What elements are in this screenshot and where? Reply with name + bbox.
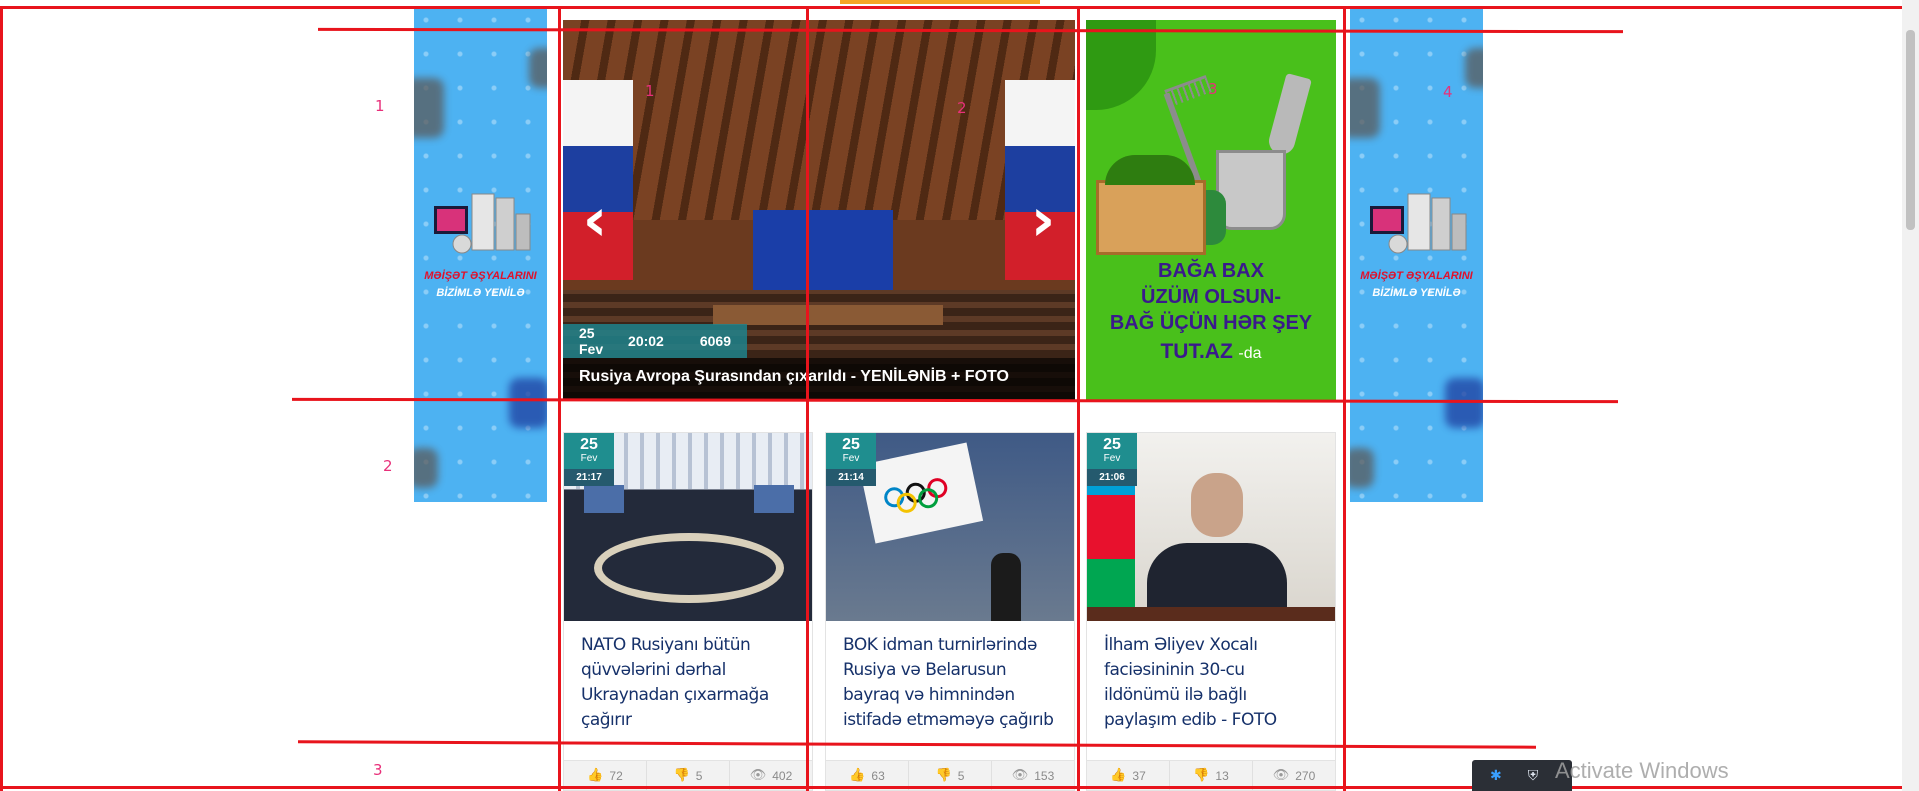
- page-scrollbar[interactable]: [1902, 0, 1919, 791]
- ad-brand-suffix: -da: [1238, 345, 1262, 362]
- thumbs-down-icon: 👎: [1193, 768, 1210, 783]
- column-label-4: 4: [1443, 83, 1453, 101]
- eye-icon: 👁: [1011, 768, 1029, 783]
- news-thumbnail[interactable]: 25 Fev 21:17: [564, 433, 812, 621]
- ad-brand-line: TUT.AZ -da: [1086, 340, 1336, 364]
- like-count: 37: [1132, 768, 1146, 783]
- date-time: 21:17: [564, 469, 614, 486]
- thumbs-down-icon: 👎: [935, 768, 952, 783]
- dislike-count: 5: [695, 768, 703, 783]
- annotation-outer-border-left: [0, 6, 3, 791]
- slider-caption[interactable]: Rusiya Avropa Şurasından çıxarıldı - YEN…: [563, 358, 1075, 400]
- date-badge: 25 Fev 21:17: [564, 433, 614, 486]
- side-banner-line1: MƏİŞƏT ƏŞYALARINI: [424, 270, 537, 282]
- row-label-3: 3: [373, 761, 383, 779]
- date-time: 21:06: [1087, 469, 1137, 486]
- annotation-outer-border-bottom: [0, 786, 1919, 789]
- views-count: 270: [1295, 768, 1316, 783]
- annotation-column-line: [1077, 6, 1080, 791]
- thumbs-up-icon: 👍: [1110, 768, 1127, 783]
- news-title[interactable]: İlham Əliyev Xocalı faciəsininin 30-cu i…: [1104, 633, 1324, 733]
- side-banner-line2: BİZİMLƏ YENİLƏ: [436, 287, 525, 299]
- views-count: 402: [772, 768, 793, 783]
- date-badge: 25 Fev 21:06: [1087, 433, 1137, 486]
- appliances-image: [434, 193, 531, 254]
- dislike-count: 13: [1215, 768, 1229, 783]
- annotation-column-line: [806, 6, 809, 791]
- ad-brand: TUT.AZ: [1160, 340, 1233, 363]
- eye-icon: 👁: [1272, 768, 1290, 783]
- date-day: 25: [842, 436, 860, 453]
- ad-line1: BAĞA BAX: [1158, 260, 1264, 282]
- left-side-banner[interactable]: MƏİŞƏT ƏŞYALARINI BİZİMLƏ YENİLƏ: [414, 8, 547, 502]
- thumbs-up-icon: 👍: [849, 768, 866, 783]
- thumbs-up-icon: 👍: [587, 768, 604, 783]
- side-banner-line2: BİZİMLƏ YENİLƏ: [1372, 287, 1461, 299]
- eye-icon: 👁: [749, 768, 767, 783]
- right-side-banner[interactable]: MƏİŞƏT ƏŞYALARINI BİZİMLƏ YENİLƏ: [1350, 8, 1483, 502]
- row-label-1: 1: [375, 97, 385, 115]
- plant-crate-icon: [1096, 155, 1206, 255]
- news-card[interactable]: 25 Fev 21:06 İlham Əliyev Xocalı faciəsi…: [1086, 432, 1336, 791]
- slider-time: 20:02: [628, 333, 664, 349]
- news-slider[interactable]: ‹ › 25 Fev 20:02 6069 Rusiya Avropa Şura…: [563, 20, 1075, 400]
- annotation-column-line: [558, 6, 561, 791]
- slider-next-button[interactable]: ›: [1023, 190, 1063, 250]
- side-banner-line1: MƏİŞƏT ƏŞYALARINI: [1360, 270, 1473, 282]
- date-month: Fev: [1103, 453, 1121, 464]
- ad-line2: ÜZÜM OLSUN-: [1141, 286, 1281, 308]
- date-day: 25: [580, 436, 598, 453]
- news-thumbnail[interactable]: 25 Fev 21:14: [826, 433, 1074, 621]
- date-badge: 25 Fev 21:14: [826, 433, 876, 486]
- garden-advertisement[interactable]: BAĞA BAX ÜZÜM OLSUN- BAĞ ÜÇÜN HƏR ŞEY TU…: [1086, 20, 1336, 400]
- annotation-outer-border-top: [0, 6, 1919, 9]
- thumbs-down-icon: 👎: [673, 768, 690, 783]
- news-title[interactable]: BOK idman turnirlərində Rusiya və Belaru…: [843, 633, 1063, 733]
- scrollbar-thumb[interactable]: [1906, 30, 1915, 230]
- top-accent-bar: [840, 0, 1040, 4]
- slider-date: 25 Fev: [579, 325, 604, 357]
- slider-views: 6069: [699, 333, 731, 349]
- slider-meta: 25 Fev 20:02 6069: [563, 324, 747, 358]
- row-label-2: 2: [383, 457, 393, 475]
- news-card[interactable]: 25 Fev 21:14 BOK idman turnirlərində Rus…: [825, 432, 1075, 791]
- date-day: 25: [1103, 436, 1121, 453]
- views-count: 153: [1034, 768, 1055, 783]
- dislike-count: 5: [957, 768, 965, 783]
- like-count: 63: [871, 768, 885, 783]
- appliances-image: [1370, 193, 1467, 254]
- spade-icon: [1266, 72, 1312, 158]
- news-card[interactable]: 25 Fev 21:17 NATO Rusiyanı bütün qüvvələ…: [563, 432, 813, 791]
- column-label-2: 2: [957, 99, 967, 117]
- activate-windows-watermark: Activate Windows: [1555, 758, 1729, 783]
- news-thumbnail[interactable]: 25 Fev 21:06: [1087, 433, 1335, 621]
- column-label-1: 1: [645, 82, 655, 100]
- like-count: 72: [609, 768, 623, 783]
- date-month: Fev: [842, 453, 860, 464]
- bluetooth-icon[interactable]: ✱: [1490, 768, 1502, 784]
- ad-line3: BAĞ ÜÇÜN HƏR ŞEY: [1109, 312, 1313, 334]
- security-icon[interactable]: ⛨: [1528, 768, 1539, 784]
- date-time: 21:14: [826, 469, 876, 486]
- date-month: Fev: [580, 453, 598, 464]
- slider-image: [563, 20, 1075, 220]
- news-title[interactable]: NATO Rusiyanı bütün qüvvələrini dərhal U…: [581, 633, 801, 733]
- column-label-3: 3: [1208, 80, 1218, 98]
- slider-prev-button[interactable]: ‹: [575, 190, 615, 250]
- annotation-column-line: [1343, 6, 1346, 791]
- bucket-icon: [1216, 150, 1286, 230]
